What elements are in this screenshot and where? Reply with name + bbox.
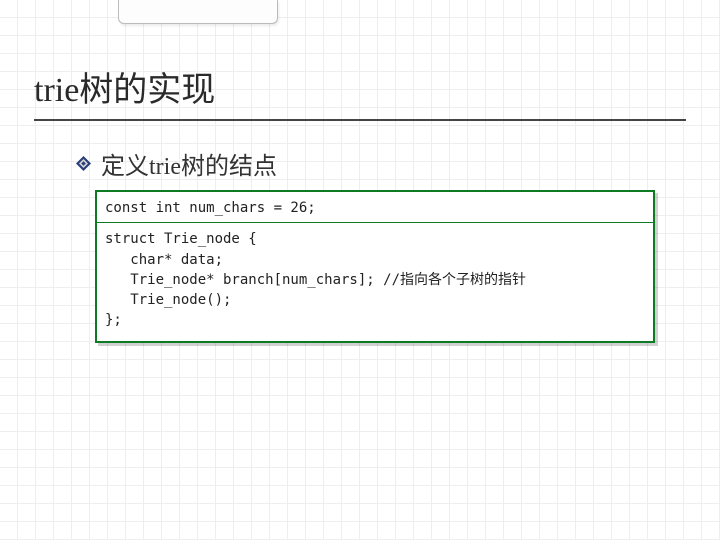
code-box: const int num_chars = 26; struct Trie_no… xyxy=(95,190,655,343)
decorative-tab xyxy=(118,0,278,24)
bullet-item: 定义trie树的结点 xyxy=(76,146,277,181)
code-block-2: struct Trie_node { char* data; Trie_node… xyxy=(105,229,645,330)
title-area: trie树的实现 xyxy=(34,62,686,121)
title-underline xyxy=(34,119,686,121)
code-line-1: const int num_chars = 26; xyxy=(105,198,645,218)
code-divider xyxy=(97,222,653,223)
page-title: trie树的实现 xyxy=(34,62,686,119)
bullet-text: 定义trie树的结点 xyxy=(101,146,277,181)
diamond-bullet-icon xyxy=(76,156,91,171)
